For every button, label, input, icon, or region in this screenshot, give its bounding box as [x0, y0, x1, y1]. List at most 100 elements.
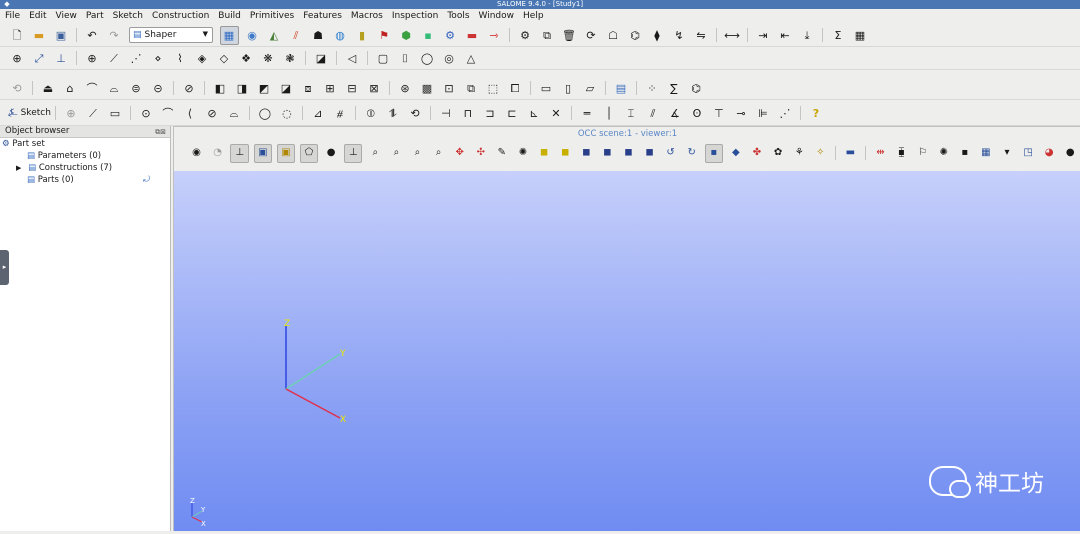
module-combo[interactable]: ▤ Shaper ▼: [129, 27, 213, 43]
translation-icon[interactable]: ⊡: [441, 80, 458, 97]
revolution-cut-icon[interactable]: ⌓: [106, 80, 123, 97]
export-icon[interactable]: ⇤: [777, 27, 794, 44]
cut-icon[interactable]: ◧: [212, 80, 229, 97]
sigma-icon[interactable]: Σ: [830, 27, 847, 44]
distance-icon[interactable]: ⟷: [724, 27, 741, 44]
horizontal-constraint-icon[interactable]: ═: [578, 105, 595, 122]
rotate-icon[interactable]: ✎: [494, 145, 511, 162]
right-view-icon[interactable]: ◼: [641, 145, 658, 162]
menu-part[interactable]: Part: [81, 9, 108, 24]
sketch-circle-icon[interactable]: ⊙: [137, 105, 154, 122]
fillet-icon[interactable]: ⁘: [644, 80, 661, 97]
stereo-icon[interactable]: ⇹: [872, 145, 889, 162]
clipping-icon[interactable]: ✤: [749, 145, 766, 162]
split-icon[interactable]: ⧈: [300, 80, 317, 97]
horizontal-distance-icon[interactable]: ⊐: [481, 105, 498, 122]
projection-icon[interactable]: ▬: [842, 145, 859, 162]
geometry-module-icon[interactable]: ◉: [244, 27, 261, 44]
download-icon[interactable]: ⤓: [799, 27, 816, 44]
perpendicular-icon[interactable]: ⌶: [622, 105, 639, 122]
undo-icon[interactable]: ↶: [84, 27, 101, 44]
common-icon[interactable]: ◩: [256, 80, 273, 97]
shaper-module-button[interactable]: ▦: [219, 25, 239, 45]
polygon-selection-icon[interactable]: ⬠: [299, 143, 319, 163]
dock-handle[interactable]: ▸: [0, 250, 9, 285]
fill-icon[interactable]: ⊟: [344, 80, 361, 97]
tree-item-parts[interactable]: ▤ Parts (0) ⤾: [0, 174, 170, 186]
pan-icon[interactable]: ✥: [451, 145, 468, 162]
back-view-icon[interactable]: ◼: [557, 145, 574, 162]
torus-icon[interactable]: ◎: [441, 50, 458, 67]
angle-constraint-icon[interactable]: ∡: [666, 105, 683, 122]
homard-icon[interactable]: ▪: [420, 27, 437, 44]
sketch-point-icon[interactable]: ⊕: [62, 105, 79, 122]
sketch-translation-icon[interactable]: ⥮: [384, 105, 401, 122]
import-result-icon[interactable]: ▤: [613, 80, 630, 97]
trihedron-icon[interactable]: ⊥: [230, 143, 249, 163]
ambient-light-icon[interactable]: ✧: [812, 145, 829, 162]
sketch-button[interactable]: ⍼ Sketch: [8, 106, 51, 120]
menu-tools[interactable]: Tools: [442, 9, 473, 24]
rotation-point-icon[interactable]: ◔: [209, 145, 226, 162]
left-view-icon[interactable]: ◼: [620, 145, 637, 162]
settings-icon[interactable]: ⚙: [517, 27, 534, 44]
revolution-fuse-icon[interactable]: ⊜: [128, 80, 145, 97]
partition-icon[interactable]: ⊞: [322, 80, 339, 97]
top-view-icon[interactable]: ◼: [578, 145, 595, 162]
compound-icon[interactable]: ❃: [282, 50, 299, 67]
transform-icon[interactable]: ↯: [671, 27, 688, 44]
registry-icon[interactable]: ⧫: [649, 27, 666, 44]
hexablock-icon[interactable]: ⬢: [398, 27, 415, 44]
tree-item-constructions[interactable]: ▶ ▤ Constructions (7): [0, 162, 170, 174]
sketch-rectangle-icon[interactable]: ▭: [106, 105, 123, 122]
material-icon[interactable]: ◕: [1041, 145, 1058, 162]
vertical-distance-icon[interactable]: ⊏: [503, 105, 520, 122]
light-source-icon[interactable]: ✺: [935, 145, 952, 162]
sketch-tangent-arc-icon[interactable]: ⟨: [181, 105, 198, 122]
environment-texture-icon[interactable]: ⚐: [914, 145, 931, 162]
zoom-fit-icon[interactable]: ⌕: [409, 145, 426, 162]
circle-selection-icon[interactable]: ●: [323, 145, 340, 162]
menu-help[interactable]: Help: [518, 9, 548, 24]
selection-mode-icon[interactable]: ▣: [253, 143, 273, 163]
background-icon[interactable]: ▪: [957, 145, 974, 162]
dump-view-icon[interactable]: ◉: [188, 145, 205, 162]
dock-controls[interactable]: ⧉⊠: [155, 127, 166, 138]
solid-icon[interactable]: ❖: [238, 50, 255, 67]
remove-subshapes-icon[interactable]: ▩: [419, 80, 436, 97]
tangent-icon[interactable]: ʘ: [688, 105, 705, 122]
point-icon[interactable]: ⊕: [9, 50, 26, 67]
axis-toggle-icon[interactable]: ⊥: [343, 143, 363, 163]
sketch-intersection-icon[interactable]: ⧣: [331, 105, 348, 122]
extrusion-icon[interactable]: ⟲: [9, 80, 26, 97]
sync-view-icon[interactable]: ▦: [978, 145, 995, 162]
chevron-down-icon[interactable]: ▾: [999, 145, 1016, 162]
graduated-axes-icon[interactable]: ⚘: [791, 145, 808, 162]
multirotation-icon[interactable]: ▱: [582, 80, 599, 97]
job-manager-icon[interactable]: ☗: [310, 27, 327, 44]
sketch-mirror-icon[interactable]: ⦶: [362, 105, 379, 122]
python-console-icon[interactable]: ⌬: [627, 27, 644, 44]
expand-arrow-icon[interactable]: ▶: [16, 164, 21, 172]
union-icon[interactable]: ⊛: [397, 80, 414, 97]
menu-features[interactable]: Features: [298, 9, 346, 24]
tree-item-parameters[interactable]: ▤ Parameters (0): [0, 150, 170, 162]
arrow-module-icon[interactable]: ⇾: [486, 27, 503, 44]
symmetry-icon[interactable]: ⬚: [485, 80, 502, 97]
face-icon[interactable]: ◈: [194, 50, 211, 67]
sketch-periodic-spline-icon[interactable]: ◌: [278, 105, 295, 122]
catalog-icon[interactable]: ☖: [605, 27, 622, 44]
menu-construction[interactable]: Construction: [147, 9, 213, 24]
smesh-module-icon[interactable]: ◭: [266, 27, 283, 44]
axis-icon[interactable]: ⤢: [31, 50, 48, 67]
load-script-icon[interactable]: ⟳: [583, 27, 600, 44]
clone-view-icon[interactable]: ◆: [728, 145, 745, 162]
revolution-icon[interactable]: ⌒: [84, 80, 101, 97]
parallel-icon[interactable]: ⫽: [644, 105, 661, 122]
delete-icon[interactable]: 🗑: [561, 27, 578, 44]
gear-icon[interactable]: ⚙: [442, 27, 459, 44]
table-icon[interactable]: ▦: [852, 27, 869, 44]
smash-icon[interactable]: ◪: [278, 80, 295, 97]
cylinder-icon[interactable]: ⌷: [397, 50, 414, 67]
front-view-icon[interactable]: ◼: [536, 145, 553, 162]
